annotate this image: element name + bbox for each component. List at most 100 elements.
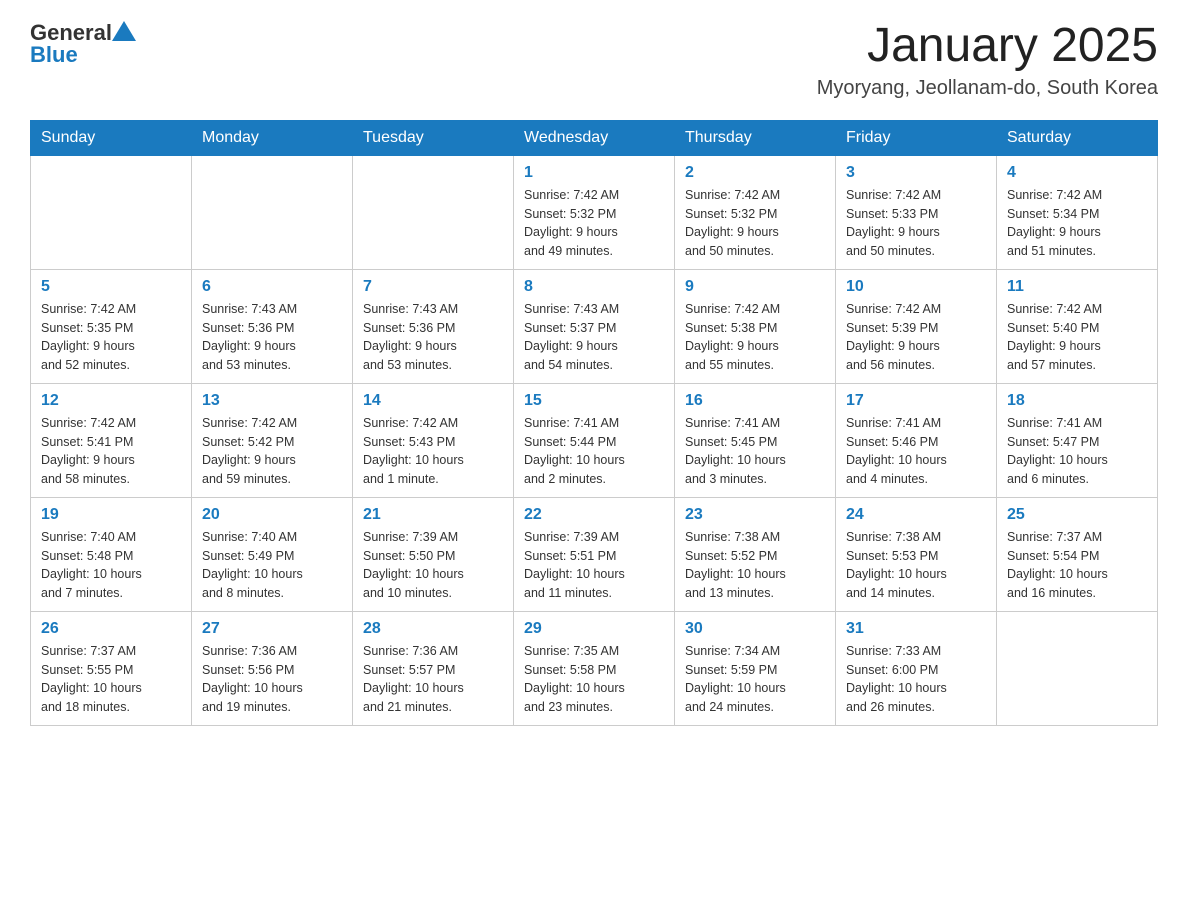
- day-info: Sunrise: 7:38 AMSunset: 5:53 PMDaylight:…: [846, 528, 986, 603]
- day-number: 24: [846, 506, 986, 524]
- day-number: 8: [524, 278, 664, 296]
- weekday-header-friday: Friday: [836, 120, 997, 155]
- day-number: 10: [846, 278, 986, 296]
- calendar-cell: 3 Sunrise: 7:42 AMSunset: 5:33 PMDaylight…: [836, 155, 997, 269]
- weekday-header-sunday: Sunday: [31, 120, 192, 155]
- day-info: Sunrise: 7:41 AMSunset: 5:44 PMDaylight:…: [524, 414, 664, 489]
- day-info: Sunrise: 7:41 AMSunset: 5:45 PMDaylight:…: [685, 414, 825, 489]
- calendar-week-3: 12 Sunrise: 7:42 AMSunset: 5:41 PMDayligh…: [31, 383, 1158, 497]
- day-number: 28: [363, 620, 503, 638]
- day-number: 12: [41, 392, 181, 410]
- calendar-cell: 23 Sunrise: 7:38 AMSunset: 5:52 PMDayligh…: [675, 497, 836, 611]
- calendar-cell: 9 Sunrise: 7:42 AMSunset: 5:38 PMDaylight…: [675, 269, 836, 383]
- day-number: 29: [524, 620, 664, 638]
- calendar-cell: 1 Sunrise: 7:42 AMSunset: 5:32 PMDaylight…: [514, 155, 675, 269]
- calendar-cell: 22 Sunrise: 7:39 AMSunset: 5:51 PMDayligh…: [514, 497, 675, 611]
- calendar-week-4: 19Sunrise: 7:40 AMSunset: 5:48 PMDayligh…: [31, 497, 1158, 611]
- calendar-cell: 16Sunrise: 7:41 AMSunset: 5:45 PMDayligh…: [675, 383, 836, 497]
- day-number: 31: [846, 620, 986, 638]
- day-info: Sunrise: 7:42 AMSunset: 5:39 PMDaylight:…: [846, 300, 986, 375]
- day-info: Sunrise: 7:38 AMSunset: 5:52 PMDaylight:…: [685, 528, 825, 603]
- day-info: Sunrise: 7:39 AMSunset: 5:50 PMDaylight:…: [363, 528, 503, 603]
- calendar-cell: 12 Sunrise: 7:42 AMSunset: 5:41 PMDayligh…: [31, 383, 192, 497]
- day-info: Sunrise: 7:42 AMSunset: 5:35 PMDaylight:…: [41, 300, 181, 375]
- day-number: 11: [1007, 278, 1147, 296]
- day-number: 7: [363, 278, 503, 296]
- logo-blue-text: Blue: [30, 42, 136, 68]
- month-title: January 2025: [817, 20, 1158, 73]
- day-number: 9: [685, 278, 825, 296]
- day-number: 4: [1007, 164, 1147, 182]
- calendar-cell: 27 Sunrise: 7:36 AMSunset: 5:56 PMDayligh…: [192, 611, 353, 725]
- day-info: Sunrise: 7:42 AMSunset: 5:32 PMDaylight:…: [685, 186, 825, 261]
- day-info: Sunrise: 7:33 AMSunset: 6:00 PMDaylight:…: [846, 642, 986, 717]
- weekday-header-wednesday: Wednesday: [514, 120, 675, 155]
- day-info: Sunrise: 7:36 AMSunset: 5:57 PMDaylight:…: [363, 642, 503, 717]
- day-info: Sunrise: 7:42 AMSunset: 5:43 PMDaylight:…: [363, 414, 503, 489]
- day-number: 1: [524, 164, 664, 182]
- logo-wrapper: General Blue: [30, 20, 136, 68]
- calendar-week-1: 1 Sunrise: 7:42 AMSunset: 5:32 PMDaylight…: [31, 155, 1158, 269]
- calendar-cell: 18 Sunrise: 7:41 AMSunset: 5:47 PMDayligh…: [997, 383, 1158, 497]
- calendar-cell: 8 Sunrise: 7:43 AMSunset: 5:37 PMDaylight…: [514, 269, 675, 383]
- calendar-cell: 11 Sunrise: 7:42 AMSunset: 5:40 PMDayligh…: [997, 269, 1158, 383]
- calendar-cell: 2 Sunrise: 7:42 AMSunset: 5:32 PMDaylight…: [675, 155, 836, 269]
- calendar-cell: 6 Sunrise: 7:43 AMSunset: 5:36 PMDaylight…: [192, 269, 353, 383]
- calendar-cell: [997, 611, 1158, 725]
- day-info: Sunrise: 7:37 AMSunset: 5:54 PMDaylight:…: [1007, 528, 1147, 603]
- day-info: Sunrise: 7:42 AMSunset: 5:41 PMDaylight:…: [41, 414, 181, 489]
- day-info: Sunrise: 7:41 AMSunset: 5:47 PMDaylight:…: [1007, 414, 1147, 489]
- day-number: 18: [1007, 392, 1147, 410]
- calendar-cell: 10 Sunrise: 7:42 AMSunset: 5:39 PMDayligh…: [836, 269, 997, 383]
- calendar-week-2: 5Sunrise: 7:42 AMSunset: 5:35 PMDaylight…: [31, 269, 1158, 383]
- weekday-header-saturday: Saturday: [997, 120, 1158, 155]
- day-info: Sunrise: 7:36 AMSunset: 5:56 PMDaylight:…: [202, 642, 342, 717]
- weekday-header-thursday: Thursday: [675, 120, 836, 155]
- day-info: Sunrise: 7:35 AMSunset: 5:58 PMDaylight:…: [524, 642, 664, 717]
- day-number: 13: [202, 392, 342, 410]
- day-info: Sunrise: 7:43 AMSunset: 5:37 PMDaylight:…: [524, 300, 664, 375]
- day-info: Sunrise: 7:42 AMSunset: 5:38 PMDaylight:…: [685, 300, 825, 375]
- day-info: Sunrise: 7:42 AMSunset: 5:33 PMDaylight:…: [846, 186, 986, 261]
- calendar-cell: 17Sunrise: 7:41 AMSunset: 5:46 PMDayligh…: [836, 383, 997, 497]
- day-number: 23: [685, 506, 825, 524]
- calendar-cell: 25 Sunrise: 7:37 AMSunset: 5:54 PMDayligh…: [997, 497, 1158, 611]
- calendar-cell: 21Sunrise: 7:39 AMSunset: 5:50 PMDayligh…: [353, 497, 514, 611]
- calendar-cell: 13Sunrise: 7:42 AMSunset: 5:42 PMDayligh…: [192, 383, 353, 497]
- day-number: 25: [1007, 506, 1147, 524]
- calendar-cell: 28 Sunrise: 7:36 AMSunset: 5:57 PMDayligh…: [353, 611, 514, 725]
- calendar-cell: [31, 155, 192, 269]
- day-info: Sunrise: 7:42 AMSunset: 5:32 PMDaylight:…: [524, 186, 664, 261]
- day-info: Sunrise: 7:40 AMSunset: 5:48 PMDaylight:…: [41, 528, 181, 603]
- day-number: 27: [202, 620, 342, 638]
- calendar-table: SundayMondayTuesdayWednesdayThursdayFrid…: [30, 120, 1158, 726]
- calendar-cell: 4 Sunrise: 7:42 AMSunset: 5:34 PMDaylight…: [997, 155, 1158, 269]
- day-number: 26: [41, 620, 181, 638]
- location-text: Myoryang, Jeollanam-do, South Korea: [817, 77, 1158, 100]
- calendar-cell: 29 Sunrise: 7:35 AMSunset: 5:58 PMDayligh…: [514, 611, 675, 725]
- weekday-header-tuesday: Tuesday: [353, 120, 514, 155]
- day-number: 22: [524, 506, 664, 524]
- calendar-cell: 20Sunrise: 7:40 AMSunset: 5:49 PMDayligh…: [192, 497, 353, 611]
- day-info: Sunrise: 7:42 AMSunset: 5:40 PMDaylight:…: [1007, 300, 1147, 375]
- calendar-cell: 31 Sunrise: 7:33 AMSunset: 6:00 PMDayligh…: [836, 611, 997, 725]
- calendar-header-row: SundayMondayTuesdayWednesdayThursdayFrid…: [31, 120, 1158, 155]
- day-number: 2: [685, 164, 825, 182]
- calendar-cell: 5Sunrise: 7:42 AMSunset: 5:35 PMDaylight…: [31, 269, 192, 383]
- title-block: January 2025 Myoryang, Jeollanam-do, Sou…: [817, 20, 1158, 100]
- day-info: Sunrise: 7:39 AMSunset: 5:51 PMDaylight:…: [524, 528, 664, 603]
- day-number: 6: [202, 278, 342, 296]
- calendar-cell: 26 Sunrise: 7:37 AMSunset: 5:55 PMDayligh…: [31, 611, 192, 725]
- day-info: Sunrise: 7:40 AMSunset: 5:49 PMDaylight:…: [202, 528, 342, 603]
- day-info: Sunrise: 7:37 AMSunset: 5:55 PMDaylight:…: [41, 642, 181, 717]
- calendar-cell: 15Sunrise: 7:41 AMSunset: 5:44 PMDayligh…: [514, 383, 675, 497]
- calendar-cell: 30Sunrise: 7:34 AMSunset: 5:59 PMDayligh…: [675, 611, 836, 725]
- day-info: Sunrise: 7:42 AMSunset: 5:34 PMDaylight:…: [1007, 186, 1147, 261]
- day-info: Sunrise: 7:43 AMSunset: 5:36 PMDaylight:…: [202, 300, 342, 375]
- day-info: Sunrise: 7:43 AMSunset: 5:36 PMDaylight:…: [363, 300, 503, 375]
- day-number: 30: [685, 620, 825, 638]
- calendar-cell: 24 Sunrise: 7:38 AMSunset: 5:53 PMDayligh…: [836, 497, 997, 611]
- logo: General Blue: [30, 20, 136, 68]
- calendar-cell: 19Sunrise: 7:40 AMSunset: 5:48 PMDayligh…: [31, 497, 192, 611]
- day-number: 3: [846, 164, 986, 182]
